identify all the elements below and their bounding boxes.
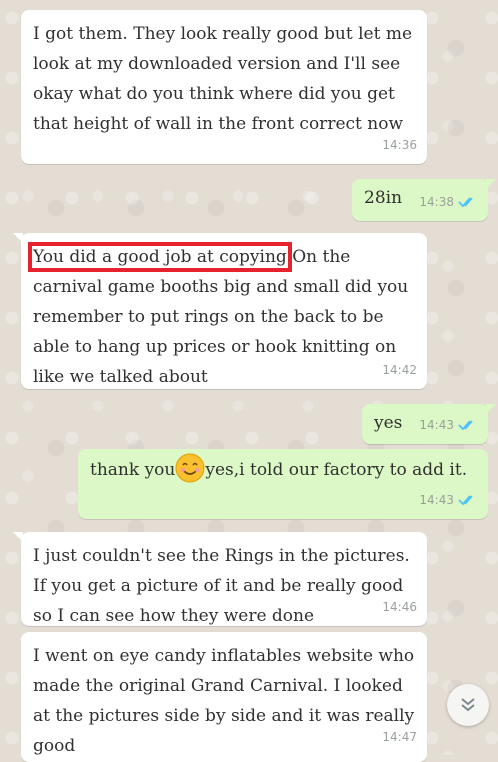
message-meta: 14:43 [419, 410, 478, 440]
message-incoming[interactable]: I just couldn't see the Rings in the pic… [13, 532, 427, 626]
message-text: You did a good job at copying On the car… [28, 242, 409, 387]
message-time: 14:42 [382, 363, 417, 377]
message-meta: 14:36 [382, 130, 417, 160]
double-check-icon [458, 495, 473, 506]
message-text: I went on eye candy inflatables website … [33, 646, 415, 756]
message-incoming[interactable]: I went on eye candy inflatables website … [21, 632, 427, 762]
message-time: 14:46 [382, 600, 417, 614]
double-check-icon [458, 420, 473, 431]
message-meta: 14:47 [382, 722, 417, 752]
message-meta: 14:46 [382, 592, 417, 622]
message-text: I just couldn't see the Rings in the pic… [33, 546, 410, 626]
message-outgoing[interactable]: 28in 14:38 [352, 179, 496, 221]
message-outgoing[interactable]: yes 14:43 [362, 404, 496, 444]
message-time: 14:43 [419, 418, 454, 432]
chevron-down-icon [461, 698, 475, 712]
message-meta: 14:42 [382, 355, 417, 385]
message-text: I got them. They look really good but le… [33, 24, 413, 134]
message-outgoing[interactable]: thank you yes,i told our factory to add i… [78, 449, 488, 519]
scroll-to-bottom-button[interactable] [447, 684, 489, 726]
message-incoming[interactable]: You did a good job at copying On the car… [13, 233, 427, 389]
message-time: 14:47 [382, 730, 417, 744]
message-time: 14:36 [382, 138, 417, 152]
message-meta: 14:38 [419, 187, 478, 217]
message-text: thank you yes,i told our factory to add i… [90, 453, 476, 485]
smiling-face-emoji-icon [175, 453, 205, 483]
message-time: 14:43 [419, 493, 454, 507]
message-time: 14:38 [419, 195, 454, 209]
message-incoming[interactable]: I got them. They look really good but le… [21, 10, 427, 164]
highlighted-text: You did a good job at copying [28, 242, 292, 272]
message-meta: 14:43 [419, 485, 478, 515]
double-check-icon [458, 197, 473, 208]
